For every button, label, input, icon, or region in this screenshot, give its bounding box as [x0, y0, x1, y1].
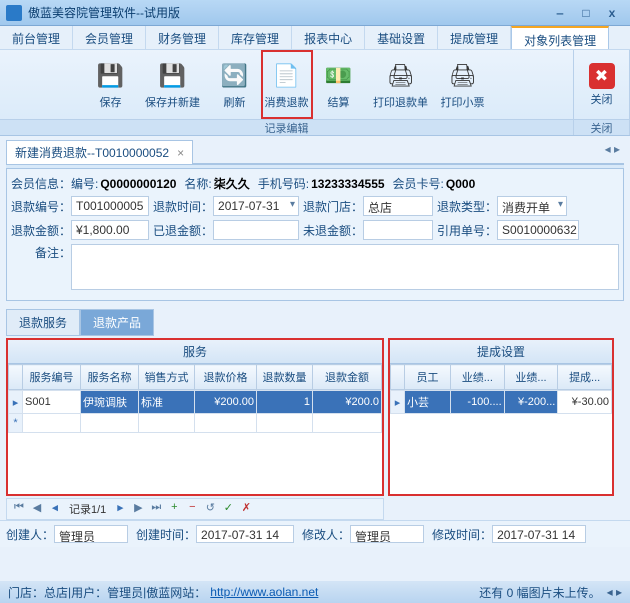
audit-footer: 创建人： 管理员 创建时间： 2017-07-31 14 修改人： 管理员 修改…	[0, 520, 630, 547]
status-nav-icon[interactable]: ◂ ▸	[607, 585, 622, 599]
ribbon-icon: 📄	[271, 60, 303, 92]
document-tab-title: 新建消费退款--T0010000052	[15, 144, 169, 161]
member-card: Q000	[446, 177, 475, 191]
status-site-label: 傲蓝网站：	[146, 584, 206, 601]
status-upload: 还有 0 幅图片未上传。	[479, 584, 600, 601]
pager-add[interactable]: +	[166, 501, 182, 517]
menu-tab-7[interactable]: 对象列表管理	[511, 26, 609, 49]
create-time-input[interactable]: 2017-07-31 14	[196, 525, 294, 543]
modify-time-input[interactable]: 2017-07-31 14	[492, 525, 586, 543]
app-icon	[6, 5, 22, 21]
pager-apply[interactable]: ✓	[220, 501, 236, 517]
ribbon-icon: 💵	[323, 60, 355, 92]
menu-tab-4[interactable]: 报表中心	[292, 26, 365, 49]
ribbon-close-button[interactable]: ✖ 关闭	[576, 50, 628, 119]
minimize-button[interactable]: ‒	[548, 4, 572, 22]
document-tab[interactable]: 新建消费退款--T0010000052 ×	[6, 140, 193, 164]
commission-grid-header: 员工业绩... 业绩...提成...	[391, 365, 612, 390]
ribbon-消费退款[interactable]: 📄消费退款	[261, 50, 313, 119]
pager: ⏮ ◀ ◂ 记录1/1 ▸ ▶ ⏭ + − ↺ ✓ ✗	[6, 498, 384, 520]
menu-tab-3[interactable]: 库存管理	[219, 26, 292, 49]
pager-last[interactable]: ⏭	[148, 501, 164, 517]
unrefunded-input[interactable]	[363, 220, 433, 240]
ribbon-保存[interactable]: 💾保存	[85, 50, 137, 119]
menu-tab-5[interactable]: 基础设置	[365, 26, 438, 49]
pager-text: 记录1/1	[69, 501, 106, 517]
service-grid-title: 服务	[8, 340, 382, 364]
refund-no-input[interactable]: T001000005	[71, 196, 149, 216]
refund-time-input[interactable]: 2017-07-31	[213, 196, 299, 216]
modifier-input[interactable]: 管理员	[350, 525, 424, 543]
member-phone: 13233334555	[311, 177, 384, 191]
refund-store-input[interactable]: 总店	[363, 196, 433, 216]
menu-tab-6[interactable]: 提成管理	[438, 26, 511, 49]
ribbon-icon: 🖨	[447, 60, 479, 92]
pager-undo[interactable]: ↺	[202, 501, 218, 517]
window-title: 傲蓝美容院管理软件--试用版	[28, 4, 546, 21]
close-window-button[interactable]: x	[600, 4, 624, 22]
refunded-input[interactable]	[213, 220, 299, 240]
status-store: 门店：总店	[8, 584, 68, 601]
document-tab-close[interactable]: ×	[177, 146, 184, 160]
menu-tab-2[interactable]: 财务管理	[146, 26, 219, 49]
tab-refund-product[interactable]: 退款产品	[80, 309, 154, 336]
pager-prev[interactable]: ◀	[29, 501, 45, 517]
service-row[interactable]: ▸ S001 伊琬调肤标准 ¥200.001 ¥200.0	[9, 391, 382, 414]
pager-first[interactable]: ⏮	[11, 501, 27, 517]
ribbon-打印小票[interactable]: 🖨打印小票	[437, 50, 489, 119]
status-user: 用户：管理员	[71, 584, 143, 601]
statusbar: 门店：总店 | 用户：管理员 | 傲蓝网站： http://www.aolan.…	[0, 581, 630, 603]
ribbon-刷新[interactable]: 🔄刷新	[209, 50, 261, 119]
member-name: 柒久久	[214, 175, 250, 192]
main-menu: 前台管理会员管理财务管理库存管理报表中心基础设置提成管理对象列表管理	[0, 26, 630, 50]
creator-input[interactable]: 管理员	[54, 525, 128, 543]
commission-grid-title: 提成设置	[390, 340, 612, 364]
tab-refund-service[interactable]: 退款服务	[6, 309, 80, 336]
ribbon-打印退款单[interactable]: 🖨打印退款单	[365, 50, 437, 119]
ribbon-icon: 💾	[95, 60, 127, 92]
refund-form: 会员信息： 编号: Q0000000120 名称: 柒久久 手机号码: 1323…	[6, 169, 624, 301]
commission-row[interactable]: ▸ 小芸 -100.... ¥-200... ¥-30.00	[391, 391, 612, 414]
ribbon-保存并新建[interactable]: 💾保存并新建	[137, 50, 209, 119]
ribbon-group-title-close: 关闭	[574, 119, 629, 135]
tab-scroll-icon[interactable]: ◂ ▸	[601, 140, 624, 158]
status-site-link[interactable]: http://www.aolan.net	[210, 585, 318, 599]
pager-next-record[interactable]: ▸	[112, 501, 128, 517]
ribbon: 💾保存💾保存并新建🔄刷新📄消费退款💵结算🖨打印退款单🖨打印小票 记录编辑 ✖ 关…	[0, 50, 630, 136]
service-grid-header: 服务编号服务名称 销售方式退款价格 退款数量退款金额	[9, 365, 382, 390]
ribbon-icon: 🖨	[385, 60, 417, 92]
commission-grid: 提成设置 员工业绩... 业绩...提成... ▸ 小芸 -100.... ¥-…	[388, 338, 614, 496]
menu-tab-1[interactable]: 会员管理	[73, 26, 146, 49]
pager-prev-record[interactable]: ◂	[47, 501, 63, 517]
service-row-empty[interactable]: *	[9, 414, 382, 433]
service-grid: 服务 服务编号服务名称 销售方式退款价格 退款数量退款金额 ▸ S001 伊琬调…	[6, 338, 384, 496]
menu-tab-0[interactable]: 前台管理	[0, 26, 73, 49]
pager-next[interactable]: ▶	[130, 501, 146, 517]
ref-bill-input[interactable]: S0010000632	[497, 220, 579, 240]
ribbon-结算[interactable]: 💵结算	[313, 50, 365, 119]
ribbon-icon: 💾	[157, 60, 189, 92]
refund-type-input[interactable]: 消费开单	[497, 196, 567, 216]
member-id: Q0000000120	[100, 177, 176, 191]
close-icon: ✖	[589, 63, 615, 89]
ribbon-icon: 🔄	[219, 60, 251, 92]
pager-remove[interactable]: −	[184, 501, 200, 517]
maximize-button[interactable]: □	[574, 4, 598, 22]
pager-cancel[interactable]: ✗	[238, 501, 254, 517]
refund-amount-input[interactable]: ¥1,800.00	[71, 220, 149, 240]
ribbon-group-title: 记录编辑	[0, 119, 573, 135]
memo-input[interactable]	[71, 244, 619, 290]
